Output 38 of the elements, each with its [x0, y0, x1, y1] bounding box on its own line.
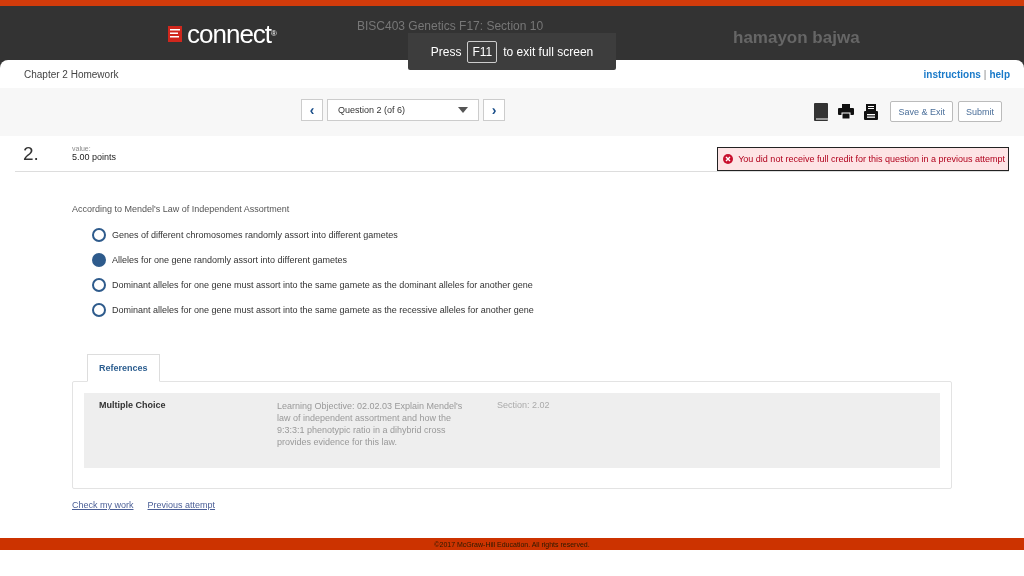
references-tab[interactable]: References — [87, 354, 160, 382]
points-value: 5.00 points — [72, 152, 117, 162]
instructions-link[interactable]: instructions — [923, 68, 981, 80]
document-icon[interactable] — [864, 103, 879, 120]
question-number: 2. — [22, 142, 40, 165]
previous-button[interactable]: ‹ — [301, 99, 323, 121]
help-link[interactable]: help — [989, 68, 1010, 80]
submit-button[interactable]: Submit — [958, 101, 1002, 122]
caret-icon — [458, 107, 468, 113]
learning-objective: Learning Objective: 02.02.03 Explain Mendel's law of independent assortment and how the 9:3:3:1 phenotypic ratio in a dihybrid cross provides evidence for this law. — [277, 400, 464, 449]
radio-button[interactable] — [92, 278, 106, 292]
book-icon[interactable] — [814, 102, 829, 121]
previous-attempt-link[interactable]: Previous attempt — [147, 500, 216, 510]
course-title: BISC403 Genetics F17: Section 10 — [357, 19, 544, 33]
next-button[interactable]: › — [483, 99, 505, 121]
section-label: Section: 2.02 — [497, 400, 550, 412]
save-exit-button[interactable]: Save & Exit — [890, 101, 953, 122]
radio-button[interactable] — [92, 228, 106, 242]
question-dropdown[interactable]: Question 2 (of 6) — [327, 99, 479, 121]
question-prompt: According to Mendel's Law of Independent Assortment — [72, 204, 291, 214]
assignment-title: Chapter 2 Homework — [24, 68, 119, 80]
check-work-link[interactable]: Check my work — [72, 500, 134, 510]
print-icon[interactable] — [838, 104, 855, 119]
question-type: Multiple Choice — [99, 400, 167, 412]
toast-text: Press — [430, 44, 462, 59]
link-separator: | — [983, 68, 987, 80]
option-label: Dominant alleles for one gene must assort into the same gamete as the recessive alleles for another gene — [112, 305, 534, 315]
alert-text: You did not receive full credit for this question in a previous attempt — [738, 154, 1005, 164]
radio-button[interactable] — [92, 253, 106, 267]
key-label: F11 — [467, 40, 498, 63]
toast-text: to exit full screen — [503, 44, 594, 59]
option-label: Alleles for one gene randomly assort into different gametes — [112, 255, 347, 265]
option-label: Genes of different chromosomes randomly assort into different gametes — [112, 230, 398, 240]
radio-button[interactable] — [92, 303, 106, 317]
error-icon — [723, 154, 734, 164]
option-label: Dominant alleles for one gene must assort into the same gamete as the dominant alleles for another gene — [112, 280, 533, 290]
logo-icon — [168, 26, 182, 42]
brand-name: connect$^{®}$ — [187, 21, 276, 47]
